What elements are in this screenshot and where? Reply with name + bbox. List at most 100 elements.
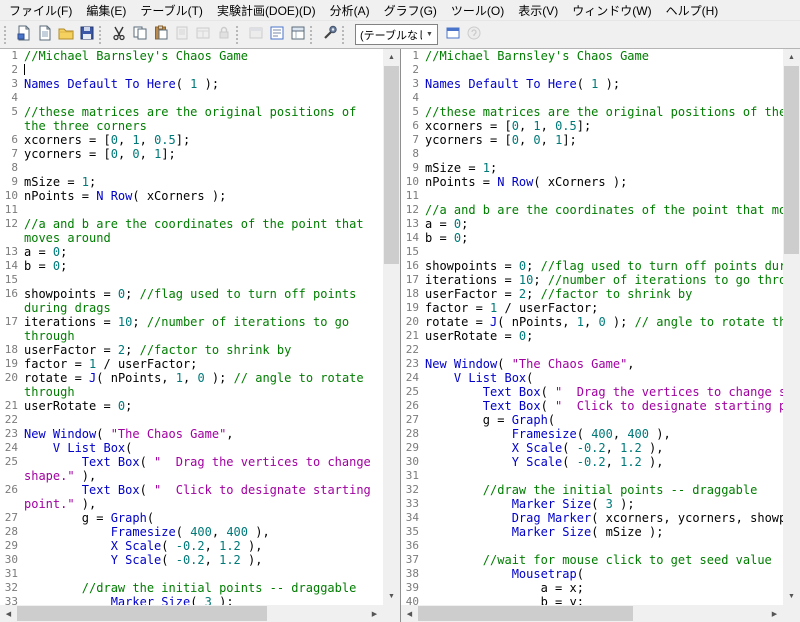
code-row[interactable]: 27 g = Graph(	[401, 413, 783, 427]
table-select-dropdown[interactable]: (テーブルなし) ▼	[355, 24, 438, 45]
code-row[interactable]: 15	[401, 245, 783, 259]
code-row[interactable]: 34 Drag Marker( xcorners, ycorners, show…	[401, 511, 783, 525]
code-row[interactable]: 5//these matrices are the original posit…	[401, 105, 783, 119]
code-line[interactable]: Framesize( 400, 400 ),	[425, 427, 783, 441]
code-line[interactable]: nPoints = N Row( xCorners );	[425, 175, 783, 189]
code-area-right[interactable]: 1//Michael Barnsley's Chaos Game23Names …	[401, 49, 783, 605]
lock-button[interactable]	[213, 24, 234, 45]
code-line[interactable]: showpoints = 0; //flag used to turn off …	[24, 287, 383, 301]
code-line[interactable]: xcorners = [0, 1, 0.5];	[24, 133, 383, 147]
code-line[interactable]: V List Box(	[24, 441, 383, 455]
code-area-left[interactable]: 1//Michael Barnsley's Chaos Game23Names …	[0, 49, 383, 605]
code-line[interactable]: userFactor = 2; //factor to shrink by	[24, 343, 383, 357]
code-line[interactable]: point." ),	[24, 497, 383, 511]
save-button[interactable]	[76, 24, 97, 45]
code-row[interactable]: 8	[0, 161, 383, 175]
code-row[interactable]: 17iterations = 10; //number of iteration…	[0, 315, 383, 329]
code-line[interactable]: userFactor = 2; //factor to shrink by	[425, 287, 783, 301]
code-row[interactable]: 33 Marker Size( 3 );	[401, 497, 783, 511]
code-line[interactable]: Framesize( 400, 400 ),	[24, 525, 383, 539]
code-line[interactable]	[24, 91, 383, 105]
menu-file[interactable]: ファイル(F)	[2, 0, 79, 21]
code-row[interactable]: 25 Text Box( " Drag the vertices to chan…	[401, 385, 783, 399]
code-row[interactable]: 28 Framesize( 400, 400 ),	[0, 525, 383, 539]
code-row[interactable]: through	[0, 329, 383, 343]
code-row[interactable]: 9mSize = 1;	[0, 175, 383, 189]
left-hscroll-thumb[interactable]	[17, 606, 267, 621]
code-line[interactable]: X Scale( -0.2, 1.2 ),	[425, 441, 783, 455]
scroll-left-icon[interactable]: ◀	[401, 605, 418, 622]
code-row[interactable]: 39 a = x;	[401, 581, 783, 595]
code-line[interactable]: Text Box( " Click to designate starting	[24, 483, 383, 497]
code-line[interactable]: shape." ),	[24, 469, 383, 483]
menu-analyze[interactable]: 分析(A)	[323, 0, 377, 21]
code-line[interactable]: through	[24, 385, 383, 399]
code-row[interactable]: 29 X Scale( -0.2, 1.2 ),	[401, 441, 783, 455]
paste-button[interactable]	[150, 24, 171, 45]
code-line[interactable]: //a and b are the coordinates of the poi…	[24, 217, 383, 231]
left-vertical-scrollbar[interactable]: ▲ ▼	[383, 49, 400, 605]
code-row[interactable]: 28 Framesize( 400, 400 ),	[401, 427, 783, 441]
code-line[interactable]: nPoints = N Row( xCorners );	[24, 189, 383, 203]
code-row[interactable]: 3Names Default To Here( 1 );	[401, 77, 783, 91]
code-line[interactable]: rotate = J( nPoints, 1, 0 ); // angle to…	[24, 371, 383, 385]
menu-doe[interactable]: 実験計画(DOE)(D)	[210, 0, 323, 21]
code-line[interactable]: rotate = J( nPoints, 1, 0 ); // angle to…	[425, 315, 783, 329]
code-row[interactable]: 3Names Default To Here( 1 );	[0, 77, 383, 91]
code-line[interactable]: the three corners	[24, 119, 383, 133]
code-row[interactable]: 9mSize = 1;	[401, 161, 783, 175]
code-line[interactable]: mSize = 1;	[24, 175, 383, 189]
code-line[interactable]	[24, 203, 383, 217]
code-row[interactable]: 4	[0, 91, 383, 105]
code-row[interactable]: 21userRotate = 0;	[0, 399, 383, 413]
code-line[interactable]: //these matrices are the original positi…	[425, 105, 783, 119]
code-line[interactable]	[24, 567, 383, 581]
menu-tools[interactable]: ツール(O)	[444, 0, 511, 21]
code-row[interactable]: 36	[401, 539, 783, 553]
code-row[interactable]: 6xcorners = [0, 1, 0.5];	[401, 119, 783, 133]
code-line[interactable]	[24, 273, 383, 287]
code-row[interactable]: 2	[0, 63, 383, 77]
code-row[interactable]: 20rotate = J( nPoints, 1, 0 ); // angle …	[0, 371, 383, 385]
code-line[interactable]	[425, 343, 783, 357]
code-row[interactable]: 7ycorners = [0, 0, 1];	[0, 147, 383, 161]
code-line[interactable]	[24, 63, 383, 77]
code-line[interactable]: //a and b are the coordinates of the poi…	[425, 203, 783, 217]
right-vscroll-thumb[interactable]	[784, 66, 799, 254]
scroll-up-icon[interactable]: ▲	[783, 49, 800, 66]
code-row[interactable]: 33 Marker Size( 3 );	[0, 595, 383, 605]
code-row[interactable]: 1//Michael Barnsley's Chaos Game	[401, 49, 783, 63]
code-row[interactable]: 23New Window( "The Chaos Game",	[0, 427, 383, 441]
cut-button[interactable]	[108, 24, 129, 45]
code-row[interactable]: 19factor = 1 / userFactor;	[0, 357, 383, 371]
code-row[interactable]: 4	[401, 91, 783, 105]
right-hscroll-thumb[interactable]	[418, 606, 633, 621]
code-line[interactable]	[425, 91, 783, 105]
code-line[interactable]: a = 0;	[425, 217, 783, 231]
code-row[interactable]: 13a = 0;	[0, 245, 383, 259]
left-vscroll-thumb[interactable]	[384, 66, 399, 264]
code-line[interactable]: Drag Marker( xcorners, ycorners, showpo	[425, 511, 783, 525]
code-line[interactable]: Text Box( " Click to designate starting …	[425, 399, 783, 413]
code-row[interactable]: 5//these matrices are the original posit…	[0, 105, 383, 119]
code-line[interactable]	[24, 161, 383, 175]
journal-button[interactable]	[171, 24, 192, 45]
code-line[interactable]: moves around	[24, 231, 383, 245]
code-row[interactable]: 13a = 0;	[401, 217, 783, 231]
code-line[interactable]	[24, 413, 383, 427]
code-line[interactable]: userRotate = 0;	[24, 399, 383, 413]
scroll-left-icon[interactable]: ◀	[0, 605, 17, 622]
open-button[interactable]	[55, 24, 76, 45]
code-row[interactable]: 40 b = y;	[401, 595, 783, 605]
code-row[interactable]: 18userFactor = 2; //factor to shrink by	[0, 343, 383, 357]
code-line[interactable]: Names Default To Here( 1 );	[24, 77, 383, 91]
run-script-button[interactable]	[319, 24, 340, 45]
code-line[interactable]	[425, 539, 783, 553]
code-row[interactable]: 31	[401, 469, 783, 483]
right-horizontal-scrollbar[interactable]: ◀ ▶	[401, 605, 783, 622]
code-row[interactable]: 26 Text Box( " Click to designate starti…	[0, 483, 383, 497]
code-row[interactable]: 30 Y Scale( -0.2, 1.2 ),	[401, 455, 783, 469]
copy-button[interactable]	[129, 24, 150, 45]
code-row[interactable]: 14b = 0;	[401, 231, 783, 245]
code-line[interactable]: ycorners = [0, 0, 1];	[425, 133, 783, 147]
